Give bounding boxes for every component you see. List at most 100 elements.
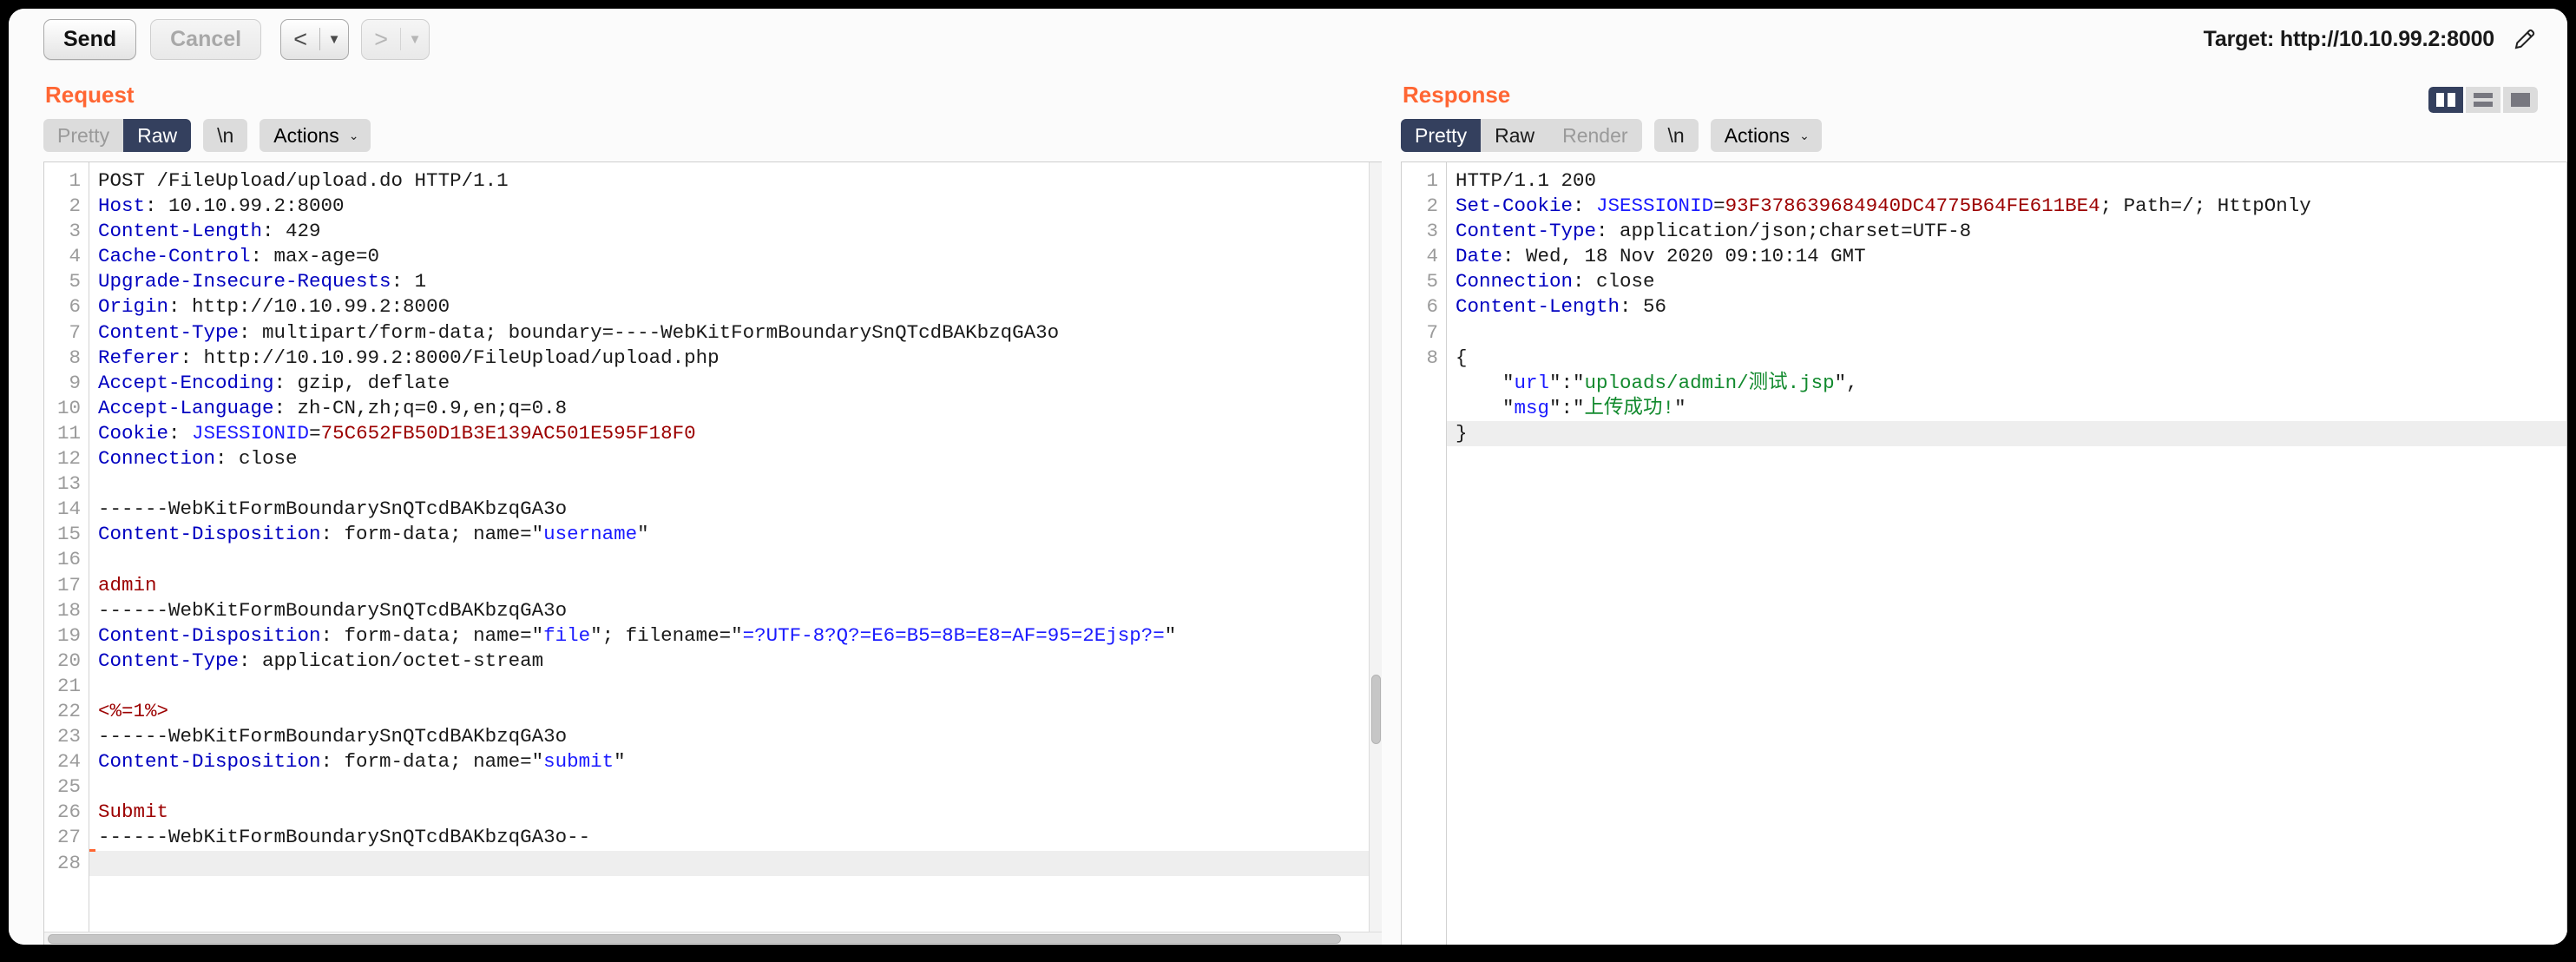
line-number: 17 — [53, 573, 81, 598]
chevron-right-icon: > — [362, 20, 400, 59]
line-number: 6 — [53, 294, 81, 320]
target-label: Target: http://10.10.99.2:8000 — [2204, 27, 2494, 52]
code-line: Connection: close — [1456, 269, 2566, 294]
code-line — [1456, 320, 2566, 346]
code-token: : close — [215, 447, 298, 470]
code-token: : gzip, deflate — [274, 372, 450, 394]
tab-request-pretty[interactable]: Pretty — [43, 119, 123, 152]
response-view-toggle: Pretty Raw Render — [1401, 119, 1642, 152]
code-token: HTTP/1.1 200 — [1456, 169, 1596, 192]
chevron-down-icon: ⌄ — [1799, 128, 1810, 143]
chevron-down-icon[interactable]: ▼ — [320, 20, 348, 59]
response-line-numbers: 12345678 — [1402, 162, 1447, 945]
code-token: " — [1165, 624, 1177, 647]
line-number: 4 — [1410, 244, 1438, 269]
code-token: ------WebKitFormBoundarySnQTcdBAKbzqGA3o — [98, 725, 567, 748]
code-line — [89, 851, 1382, 876]
code-token: : application/octet-stream — [239, 649, 543, 672]
code-token: =?UTF-8?Q?=E6=B5=8B=E8=AF=95=2Ejsp?= — [743, 624, 1165, 647]
scrollbar-thumb[interactable] — [1371, 675, 1381, 744]
code-token: " — [1674, 397, 1686, 419]
code-token: " — [1456, 397, 1515, 419]
code-line: POST /FileUpload/upload.do HTTP/1.1 — [98, 168, 1382, 194]
code-line — [98, 774, 1382, 800]
code-line: { — [1456, 346, 2566, 371]
code-line: Content-Disposition: form-data; name="us… — [98, 522, 1382, 547]
line-number — [1410, 421, 1438, 446]
code-line: Date: Wed, 18 Nov 2020 09:10:14 GMT — [1456, 244, 2566, 269]
code-token: username — [543, 523, 637, 545]
code-line: Content-Length: 429 — [98, 219, 1382, 244]
response-tabs: Pretty Raw Render \n Actions ⌄ — [1401, 119, 2567, 152]
code-token: Content-Type — [98, 649, 239, 672]
pencil-icon[interactable] — [2512, 26, 2538, 52]
code-line: Content-Type: multipart/form-data; bound… — [98, 320, 1382, 346]
code-token: admin — [98, 574, 157, 596]
code-token: submit — [543, 750, 614, 773]
split-vertical-layout-button[interactable] — [2428, 87, 2463, 113]
go-back-button[interactable]: < ▼ — [280, 19, 349, 60]
tab-request-raw[interactable]: Raw — [123, 119, 191, 152]
code-token: " — [637, 523, 649, 545]
scrollbar-thumb[interactable] — [48, 934, 1341, 944]
code-token: JSESSIONID — [1596, 194, 1713, 217]
response-code[interactable]: HTTP/1.1 200Set-Cookie: JSESSIONID=93F37… — [1447, 162, 2566, 945]
code-token: <%=1%> — [98, 700, 168, 722]
request-newline-button[interactable]: \n — [203, 119, 247, 152]
code-line: Set-Cookie: JSESSIONID=93F378639684940DC… — [1456, 194, 2566, 219]
tab-response-pretty[interactable]: Pretty — [1401, 119, 1481, 152]
line-number — [1410, 396, 1438, 421]
code-line: HTTP/1.1 200 — [1456, 168, 2566, 194]
code-token: 93F378639684940DC4775B64FE611BE4 — [1725, 194, 2100, 217]
code-token: { — [1456, 346, 1468, 369]
code-token: : 56 — [1620, 295, 1666, 318]
response-newline-button[interactable]: \n — [1654, 119, 1699, 152]
line-number: 23 — [53, 724, 81, 749]
line-number: 12 — [53, 446, 81, 471]
code-token: ", — [1835, 372, 1858, 394]
code-line: Host: 10.10.99.2:8000 — [98, 194, 1382, 219]
code-line: <%=1%> — [98, 699, 1382, 724]
request-actions-button[interactable]: Actions ⌄ — [260, 119, 371, 152]
response-editor[interactable]: 12345678 HTTP/1.1 200Set-Cookie: JSESSIO… — [1401, 161, 2567, 945]
code-line: Origin: http://10.10.99.2:8000 — [98, 294, 1382, 320]
response-actions-button[interactable]: Actions ⌄ — [1711, 119, 1822, 152]
code-token: 上传成功! — [1585, 397, 1675, 419]
code-token: : 1 — [391, 270, 427, 293]
code-token: Cookie — [98, 422, 168, 445]
code-token: : http://10.10.99.2:8000 — [168, 295, 450, 318]
line-number: 1 — [1410, 168, 1438, 194]
request-editor[interactable]: 1234567891011121314151617181920212223242… — [43, 161, 1382, 945]
line-number: 8 — [53, 346, 81, 371]
line-number: 21 — [53, 674, 81, 699]
code-line: Content-Disposition: form-data; name="fi… — [98, 623, 1382, 649]
response-header-row: Response — [1401, 69, 2567, 119]
code-line: ------WebKitFormBoundarySnQTcdBAKbzqGA3o — [98, 497, 1382, 522]
code-token: } — [1456, 422, 1468, 445]
line-number: 26 — [53, 800, 81, 825]
code-token: : form-data; name=" — [321, 523, 544, 545]
code-token: Set-Cookie — [1456, 194, 1573, 217]
line-number: 5 — [1410, 269, 1438, 294]
line-number: 25 — [53, 774, 81, 800]
code-token: : 10.10.99.2:8000 — [145, 194, 345, 217]
send-button[interactable]: Send — [43, 19, 136, 60]
code-token: ------WebKitFormBoundarySnQTcdBAKbzqGA3o — [98, 599, 567, 622]
line-number: 10 — [53, 396, 81, 421]
code-token: ------WebKitFormBoundarySnQTcdBAKbzqGA3o… — [98, 826, 590, 848]
code-line: Cache-Control: max-age=0 — [98, 244, 1382, 269]
request-actions-label: Actions — [273, 124, 338, 148]
two-columns-icon — [2436, 93, 2455, 107]
single-pane-layout-button[interactable] — [2503, 87, 2538, 113]
split-horizontal-layout-button[interactable] — [2466, 87, 2500, 113]
line-number: 16 — [53, 547, 81, 572]
chevron-down-icon: ▼ — [401, 20, 429, 59]
code-line: Content-Type: application/json;charset=U… — [1456, 219, 2566, 244]
tab-response-raw[interactable]: Raw — [1481, 119, 1548, 152]
text-cursor — [89, 849, 95, 852]
request-code[interactable]: POST /FileUpload/upload.do HTTP/1.1Host:… — [89, 162, 1382, 945]
request-vertical-scrollbar[interactable] — [1369, 162, 1382, 945]
line-number: 2 — [53, 194, 81, 219]
request-horizontal-scrollbar[interactable] — [44, 932, 1382, 945]
line-number: 1 — [53, 168, 81, 194]
